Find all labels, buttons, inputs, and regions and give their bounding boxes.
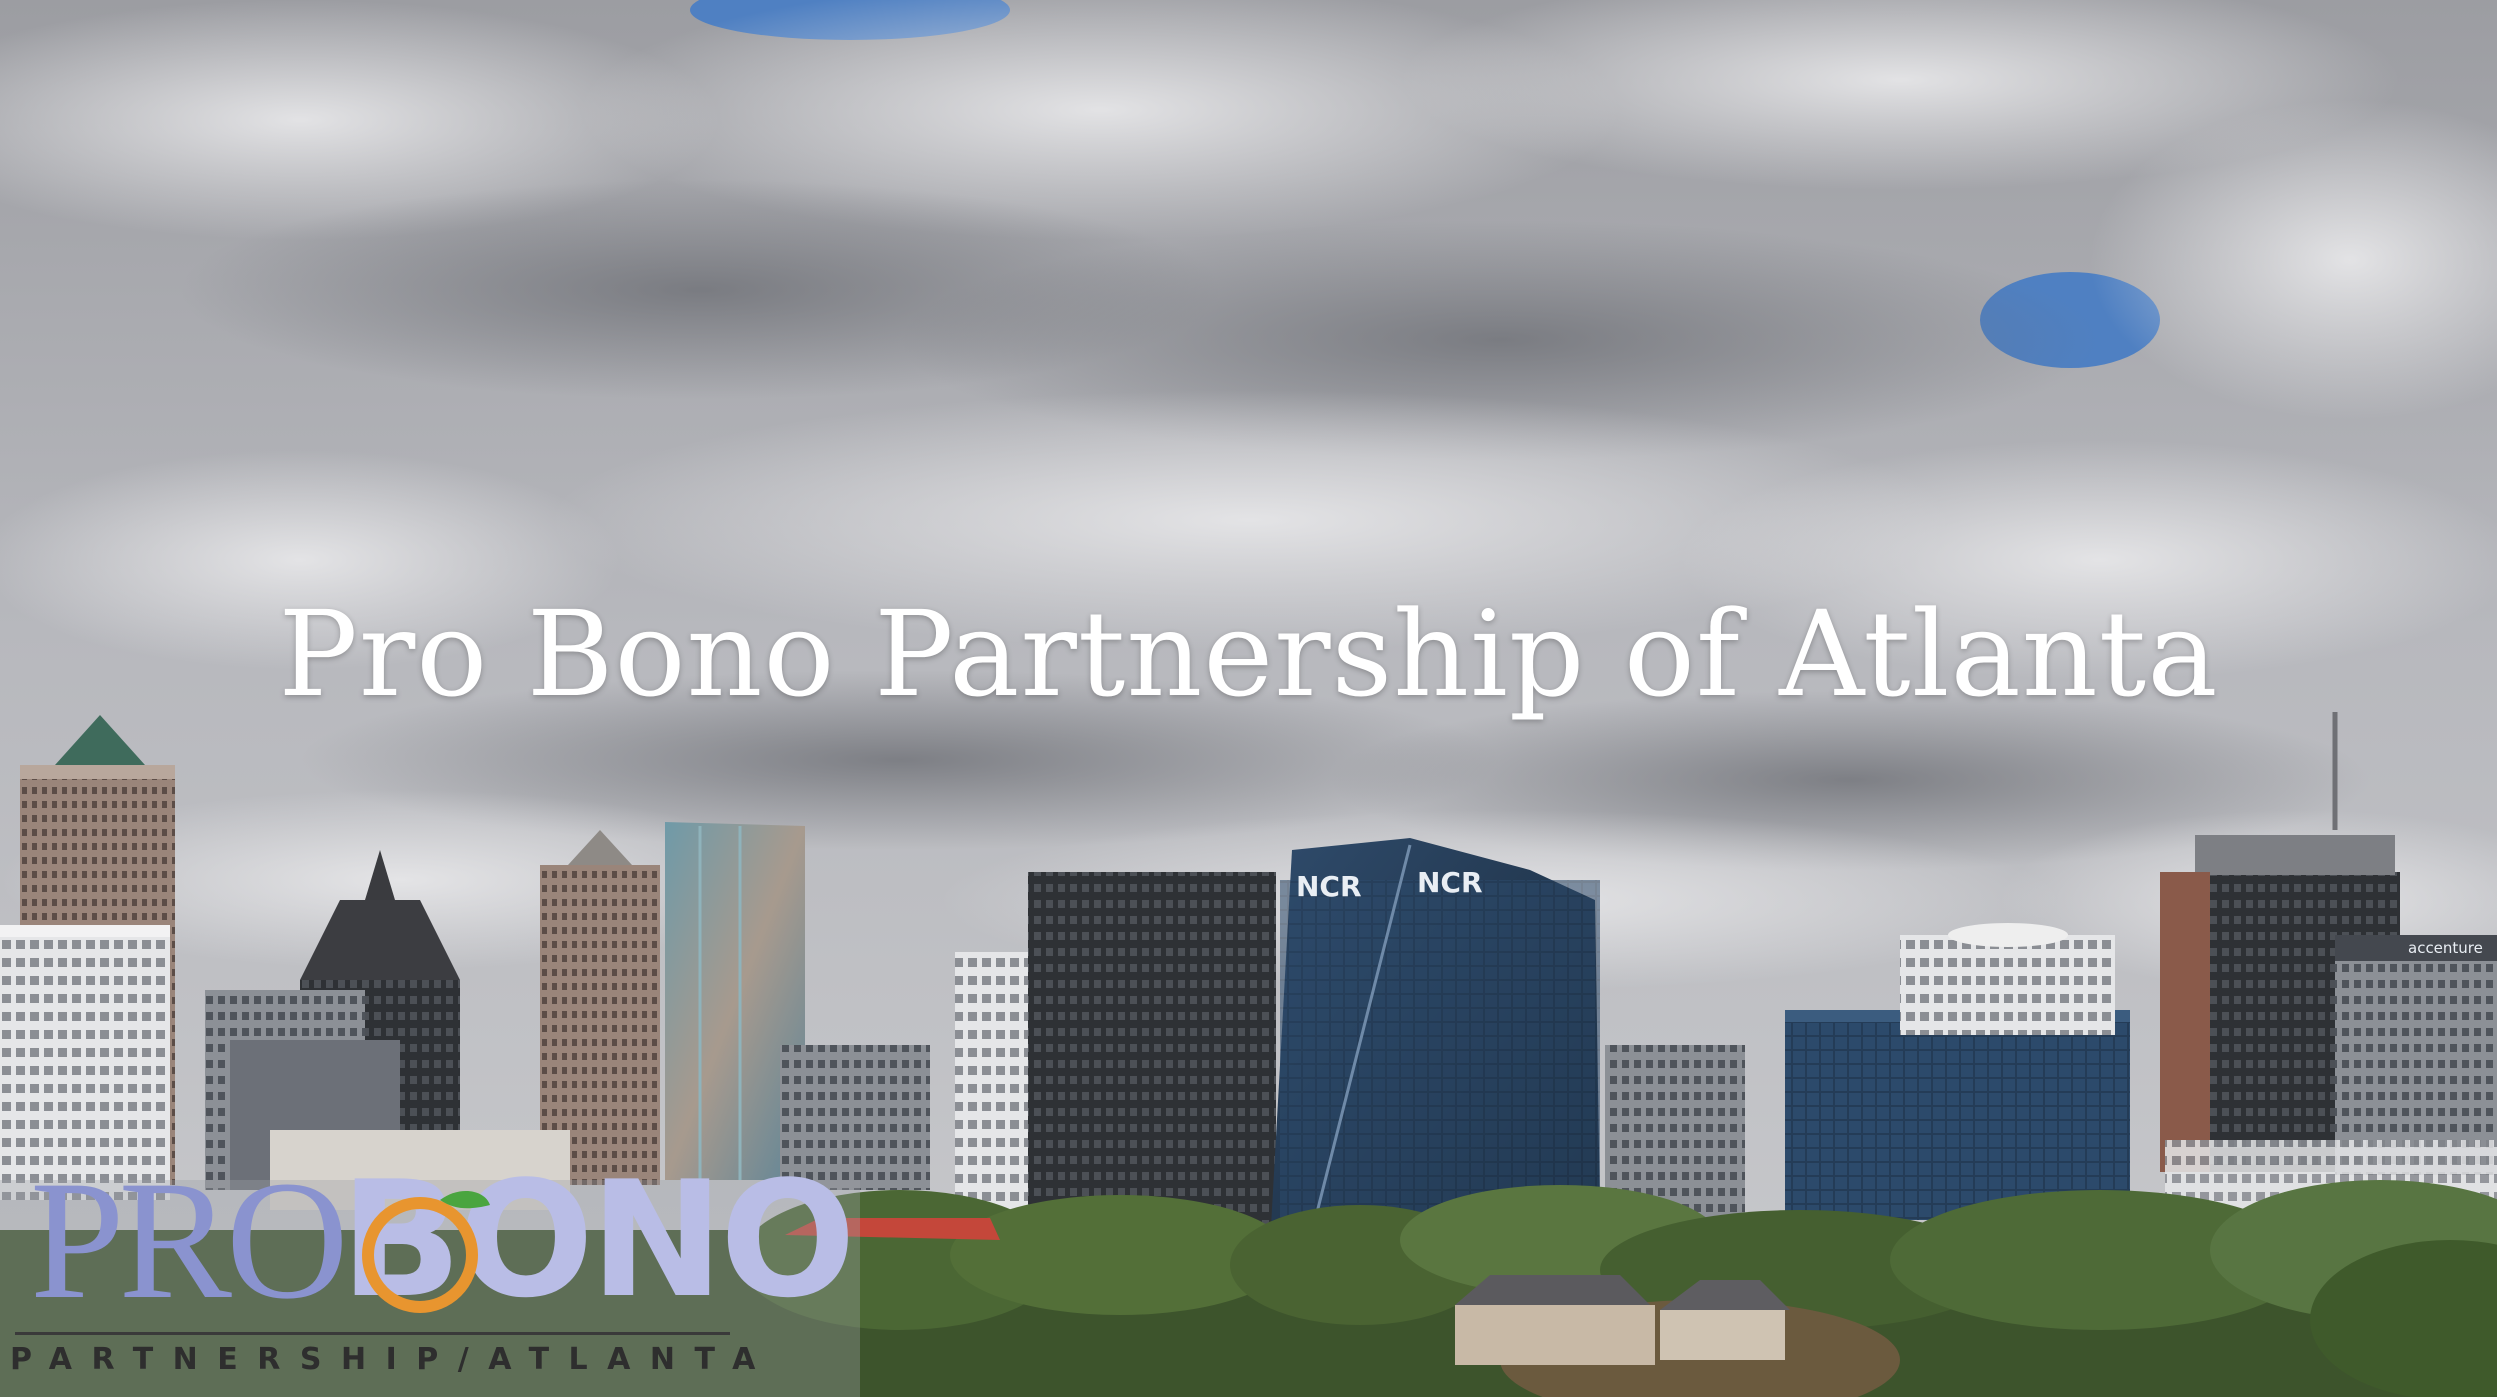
video-title: Pro Bono Partnership of Atlanta: [278, 585, 2219, 723]
cream-tower-right: [1900, 923, 2115, 1035]
dark-highrise: [1028, 872, 1276, 1227]
accenture-sign: accenture: [2408, 939, 2483, 957]
logo-rule: [15, 1332, 730, 1335]
ncr-sign-right: NCR: [1417, 866, 1483, 899]
logo-ring-icon: [362, 1190, 490, 1313]
ncr-sign-left: NCR: [1296, 870, 1362, 903]
logo-word-pro: PRO: [30, 1146, 349, 1334]
clouds: [0, 0, 2497, 990]
glass-box-building: [1785, 1010, 2130, 1220]
logo-subtitle: PARTNERSHIP/ATLANTA: [10, 1342, 775, 1377]
accenture-building: [2335, 935, 2497, 1175]
pro-bono-logo: PRO BONO PARTNERSHIP/ATLANTA: [0, 1150, 860, 1397]
skyline-scene: NCR NCR accenture Pro Bono Partnership o…: [0, 0, 2497, 1397]
